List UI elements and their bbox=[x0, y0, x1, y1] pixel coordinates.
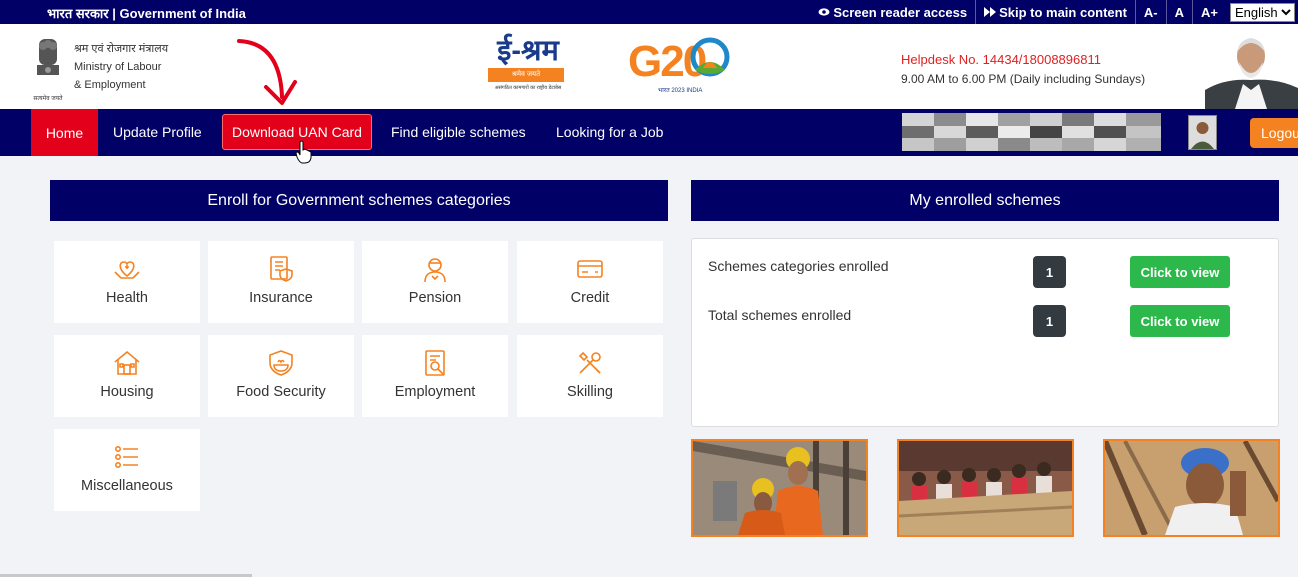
category-pension[interactable]: Pension bbox=[362, 241, 508, 323]
eshram-title: ई-श्रम bbox=[497, 35, 559, 67]
insurance-icon bbox=[270, 256, 293, 282]
national-emblem-icon: सत्यमेव जयते bbox=[32, 37, 64, 102]
nav-home[interactable]: Home bbox=[31, 109, 98, 156]
schemes-categories-enrolled-label: Schemes categories enrolled bbox=[708, 258, 889, 274]
ministry-line-1: Ministry of Labour bbox=[74, 61, 162, 73]
skip-to-main-link[interactable]: Skip to main content bbox=[975, 0, 1135, 24]
eshram-logo: ई-श्रम श्रमेव जयते असंगठित कामगारों का र… bbox=[488, 36, 568, 96]
ministry-name: श्रम एवं रोजगार मंत्रालय Ministry of Lab… bbox=[74, 40, 168, 94]
ministry-line-2: & Employment bbox=[74, 79, 146, 91]
enrolled-schemes-header: My enrolled schemes bbox=[691, 180, 1279, 221]
font-decrease-button[interactable]: A- bbox=[1134, 0, 1166, 24]
housing-icon bbox=[114, 350, 140, 375]
pm-portrait bbox=[1205, 28, 1298, 109]
lotus-globe-icon bbox=[687, 36, 733, 87]
font-increase-button[interactable]: A+ bbox=[1192, 0, 1226, 24]
eye-icon bbox=[818, 5, 830, 20]
accessibility-toolbar: Screen reader access Skip to main conten… bbox=[810, 0, 1298, 24]
miscellaneous-icon bbox=[114, 446, 138, 468]
credit-icon bbox=[577, 260, 603, 278]
font-normal-button[interactable]: A bbox=[1165, 0, 1192, 24]
food-security-icon bbox=[269, 350, 293, 376]
category-food-security[interactable]: Food Security bbox=[208, 335, 354, 417]
category-employment[interactable]: Employment bbox=[362, 335, 508, 417]
ministry-hindi: श्रम एवं रोजगार मंत्रालय bbox=[74, 43, 169, 55]
eshram-subtitle: असंगठित कामगारों का राष्ट्रीय डेटाबेस bbox=[494, 85, 562, 91]
total-schemes-enrolled-label: Total schemes enrolled bbox=[708, 307, 852, 323]
blurred-user-name bbox=[902, 113, 1161, 151]
eshram-tagline: श्रमेव जयते bbox=[488, 68, 564, 82]
nav-update-profile[interactable]: Update Profile bbox=[113, 114, 202, 150]
screen-reader-link[interactable]: Screen reader access bbox=[810, 0, 975, 24]
category-skilling[interactable]: Skilling bbox=[517, 335, 663, 417]
worker-video-thumbnail-3[interactable] bbox=[1103, 439, 1280, 537]
logout-button[interactable]: Logout bbox=[1250, 118, 1298, 148]
health-icon bbox=[114, 261, 140, 279]
g20-logo: G20 भारत 2023 INDIA bbox=[628, 36, 743, 98]
view-total-schemes-button[interactable]: Click to view bbox=[1130, 305, 1230, 337]
worker-video-thumbnail-1[interactable] bbox=[691, 439, 868, 537]
worker-video-thumbnail-2[interactable] bbox=[897, 439, 1074, 537]
skilling-icon bbox=[578, 351, 601, 374]
category-insurance[interactable]: Insurance bbox=[208, 241, 354, 323]
category-health[interactable]: Health bbox=[54, 241, 200, 323]
category-miscellaneous[interactable]: Miscellaneous bbox=[54, 429, 200, 511]
government-label: भारत सरकार | Government of India bbox=[47, 6, 246, 21]
fast-forward-icon bbox=[984, 5, 997, 20]
annotation-arrow-icon bbox=[232, 35, 302, 110]
view-categories-button[interactable]: Click to view bbox=[1130, 256, 1230, 288]
helpdesk-number: Helpdesk No. 14434/18008896811 bbox=[901, 52, 1101, 67]
nav-looking-for-job[interactable]: Looking for a Job bbox=[556, 114, 663, 150]
category-housing[interactable]: Housing bbox=[54, 335, 200, 417]
schemes-categories-count-badge: 1 bbox=[1033, 256, 1066, 288]
employment-icon bbox=[425, 350, 445, 376]
site-header: सत्यमेव जयते श्रम एवं रोजगार मंत्रालय Mi… bbox=[0, 24, 1298, 109]
g20-subtitle: भारत 2023 INDIA bbox=[658, 88, 703, 94]
hand-pointer-icon bbox=[295, 140, 313, 164]
top-bar: भारत सरकार | Government of India Screen … bbox=[0, 0, 1298, 24]
total-schemes-count-badge: 1 bbox=[1033, 305, 1066, 337]
emblem-caption: सत्यमेव जयते bbox=[33, 96, 63, 102]
enroll-categories-header: Enroll for Government schemes categories bbox=[50, 180, 668, 221]
helpdesk-timing: 9.00 AM to 6.00 PM (Daily including Sund… bbox=[901, 72, 1146, 86]
pension-icon bbox=[424, 258, 446, 283]
language-select[interactable]: English bbox=[1230, 2, 1295, 22]
category-credit[interactable]: Credit bbox=[517, 241, 663, 323]
nav-find-eligible-schemes[interactable]: Find eligible schemes bbox=[391, 114, 526, 150]
user-avatar[interactable] bbox=[1188, 115, 1217, 150]
